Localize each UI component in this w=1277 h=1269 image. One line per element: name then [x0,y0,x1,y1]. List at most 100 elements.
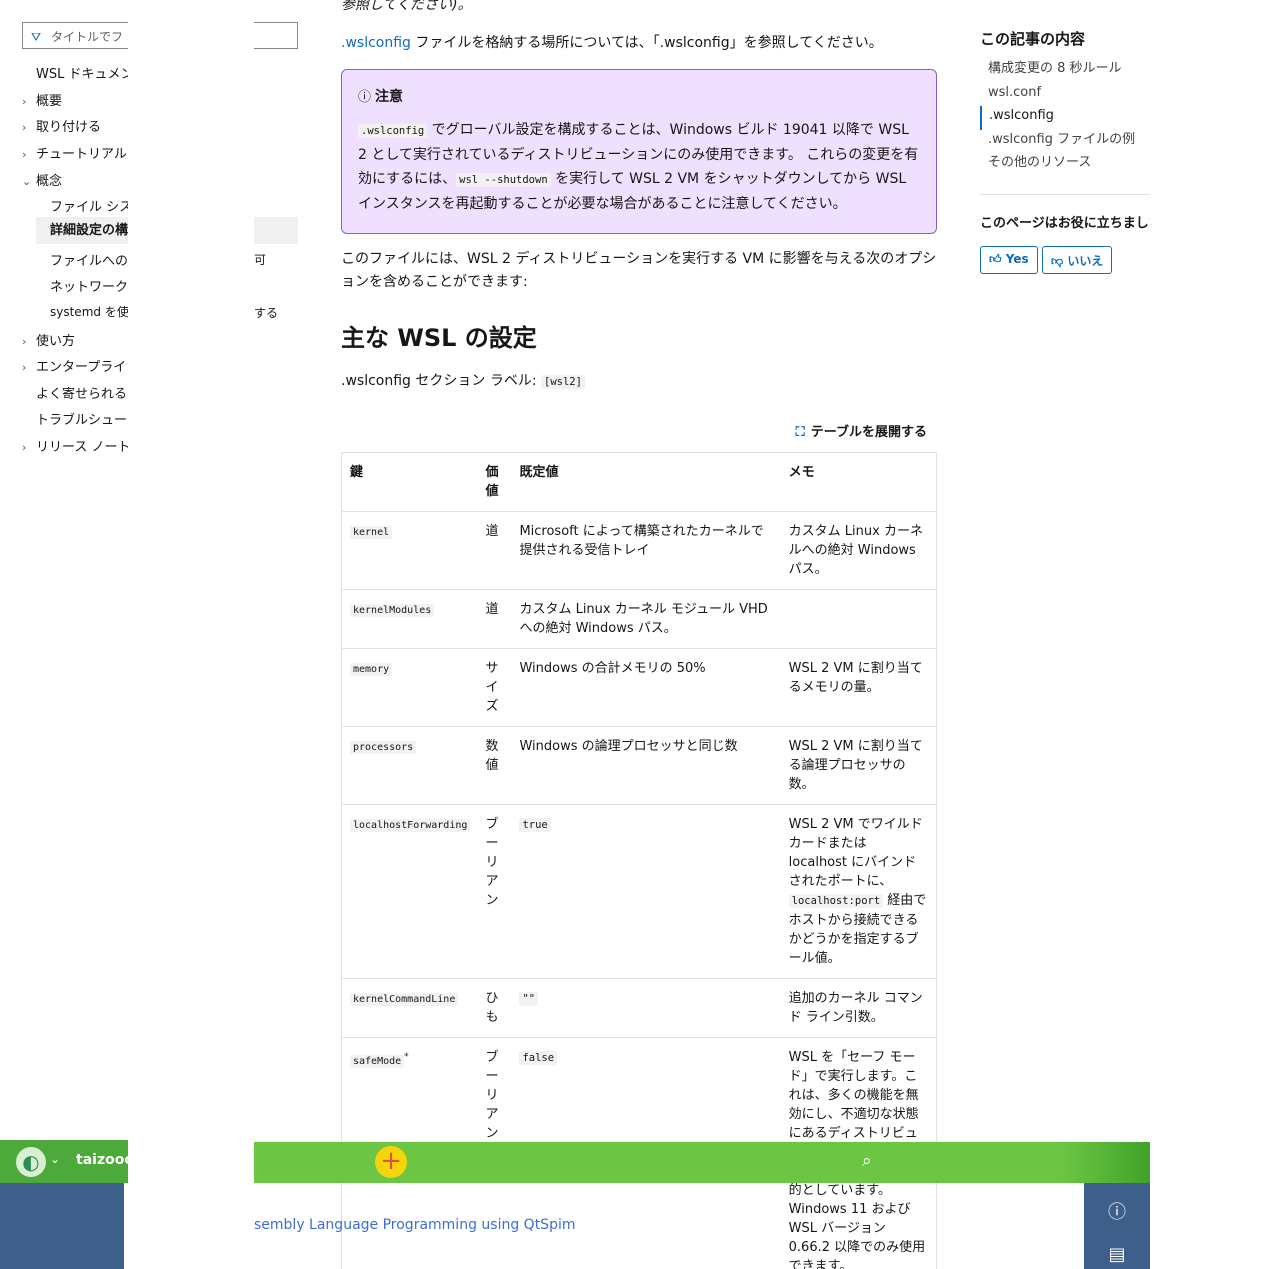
key-code: kernelCommandLine [350,993,459,1006]
title-filter-input[interactable]: ⛛ タイトルでフ [22,22,128,49]
nav-item-tutorials[interactable]: › チュートリアル [22,143,128,165]
default-cell: Windows の合計メモリの 50% [511,648,781,727]
nav-item-networking[interactable]: ネットワーク [50,276,128,298]
nav-label: トラブルシュー [36,413,128,428]
nav-label: エンタープライ [36,360,127,375]
type-cell: ひも [481,978,512,1038]
note-code: .wslconfig [358,124,428,138]
default-code: "" [519,992,539,1006]
section-label-text: .wslconfig セクション ラベル: [341,373,541,389]
feedback-yes-button[interactable]: 👍︎ Yes [980,246,1038,274]
wslconfig-link[interactable]: .wslconfig [341,35,411,51]
nav-item-install[interactable]: › 取り付ける [22,116,128,138]
nav-item-troubleshooting[interactable]: トラブルシュー [22,409,128,431]
filter-placeholder: タイトルでフ [51,30,124,44]
nav-label: WSL ドキュメン [36,67,128,82]
nav-label: systemd を使 [50,305,128,319]
toc-title: この記事の内容 [980,30,1086,48]
app-logo-icon[interactable]: ◐ [16,1147,46,1177]
nav-item-concepts[interactable]: ⌄ 概念 [22,170,128,192]
column-header: 鍵 [341,452,482,512]
default-code: true [519,818,551,832]
nav-label: ファイルへの [50,254,128,269]
username[interactable]: taizooo [76,1152,128,1168]
toc-item[interactable]: その他のリソース [980,153,1150,177]
note-cell: WSL 2 VM に割り当てるメモリの量。 [780,648,937,727]
bookmark-link[interactable]: sembly Language Programming using QtSpim [254,1217,575,1233]
nav-item-advanced-settings[interactable]: 詳細設定の構 [36,217,128,244]
note-cell: WSL 2 VM でワイルドカードまたは localhost にバインドされたポ… [780,804,937,979]
footnote-marker: * [404,1052,409,1062]
nav-spill-text: 可 [254,253,267,267]
nav-item-faq[interactable]: よく寄せられる [22,383,128,405]
no-label: いいえ [1067,254,1104,268]
note-cell [780,589,937,649]
nav-item-enterprise[interactable]: › エンタープライ [22,356,128,378]
note-cell: カスタム Linux カーネルへの絶対 Windows パス。 [780,511,937,590]
location-paragraph: .wslconfig ファイルを格納する場所については、「.wslconfig」… [341,32,883,55]
key-code: memory [350,663,393,676]
feedback-question: このページはお役に立ちましたか [980,216,1150,231]
expand-label: テーブルを展開する [810,425,927,440]
note-title-label: 注意 [375,89,404,105]
toc-item[interactable]: wsl.conf [980,83,1150,107]
location-text: ファイルを格納する場所については、「.wslconfig」を参照してください。 [410,35,883,51]
search-icon[interactable]: ⌕ [862,1151,872,1171]
default-cell: "" [511,978,781,1038]
chevron-right-icon: › [22,361,27,374]
nav-label: リリース ノート [36,440,128,455]
add-button[interactable]: + [375,1146,407,1178]
toc-item[interactable]: 構成変更の 8 秒ルール [980,59,1150,83]
note-code: wsl --shutdown [456,173,551,187]
key-cell: memory [341,648,482,727]
chevron-down-icon[interactable]: ⌄ [50,1152,60,1166]
table-row: kernelModules 道 カスタム Linux カーネル モジュール VH… [341,589,937,649]
type-cell: 数値 [481,726,512,805]
note-title: ⓘ 注意 [358,86,920,106]
nav-item-how-to[interactable]: › 使い方 [22,330,128,352]
document-icon[interactable]: ▤ [1105,1244,1129,1268]
filter-input-edge[interactable] [254,22,298,49]
yes-label: Yes [1005,252,1029,266]
side-panel-left [0,1183,124,1269]
key-cell: processors [341,726,482,805]
left-nav: ⛛ タイトルでフ WSL ドキュメン › 概要 › 取り付ける › チュートリアル ⌄ 概… [0,0,128,1140]
nav-label: 使い方 [36,334,76,349]
table-row: kernel 道 Microsoft によって構築されたカーネルで提供される受信… [341,511,937,590]
chevron-right-icon: › [22,335,27,348]
section-label: .wslconfig セクション ラベル: [wsl2] [341,370,585,394]
feedback-no-button[interactable]: 👎︎ いいえ [1042,246,1113,274]
note-cell: 追加のカーネル コマンド ライン引数。 [780,978,937,1038]
intro-paragraph: このファイルには、WSL 2 ディストリビューションを実行する VM に影響を与… [341,251,937,290]
note-code: localhost:port [788,894,884,908]
nav-item-file-systems[interactable]: ファイル シス [50,196,128,218]
default-cell: カスタム Linux カーネル モジュール VHD への絶対 Windows パ… [511,589,781,649]
nav-item-file-permissions[interactable]: ファイルへの [50,250,128,272]
table-row: memory サイズ Windows の合計メモリの 50% WSL 2 VM … [341,648,937,727]
note-cell: WSL 2 VM に割り当てる論理プロセッサの数。 [780,726,937,805]
nav-item-overview[interactable]: › 概要 [22,90,128,112]
key-code: kernel [350,526,393,539]
nav-label: ファイル シス [50,200,128,215]
nav-label: 概要 [36,94,63,109]
expand-table-button[interactable]: ⛶ テーブルを展開する [796,421,927,440]
toc-item[interactable]: .wslconfig ファイルの例 [980,130,1150,154]
nav-item-systemd[interactable]: systemd を使 [50,303,128,325]
section-heading: 主な WSL の設定 [341,324,537,352]
nav-item-release-notes[interactable]: › リリース ノート [22,436,128,458]
key-cell: localhostForwarding [341,804,482,979]
table-row: localhostForwarding ブーリアン true WSL 2 VM … [341,804,937,979]
section-code: [wsl2] [541,375,585,389]
info-icon[interactable]: ⓘ [1105,1198,1129,1223]
nav-item-wsl-docs[interactable]: WSL ドキュメン [22,63,128,85]
table-row: kernelCommandLine ひも "" 追加のカーネル コマンド ライン… [341,978,937,1038]
table-of-contents: この記事の内容 構成変更の 8 秒ルール wsl.conf .wslconfig… [980,28,1150,177]
key-cell: kernel [341,511,482,590]
column-header: 価値 [481,452,512,512]
nav-label: チュートリアル [36,147,127,162]
chevron-right-icon: › [22,121,27,134]
expand-icon: ⛶ [795,425,805,440]
toc-item-active[interactable]: .wslconfig [980,106,1150,130]
key-code: processors [350,741,417,754]
thumbs-down-icon: 👎︎ [1051,254,1064,268]
